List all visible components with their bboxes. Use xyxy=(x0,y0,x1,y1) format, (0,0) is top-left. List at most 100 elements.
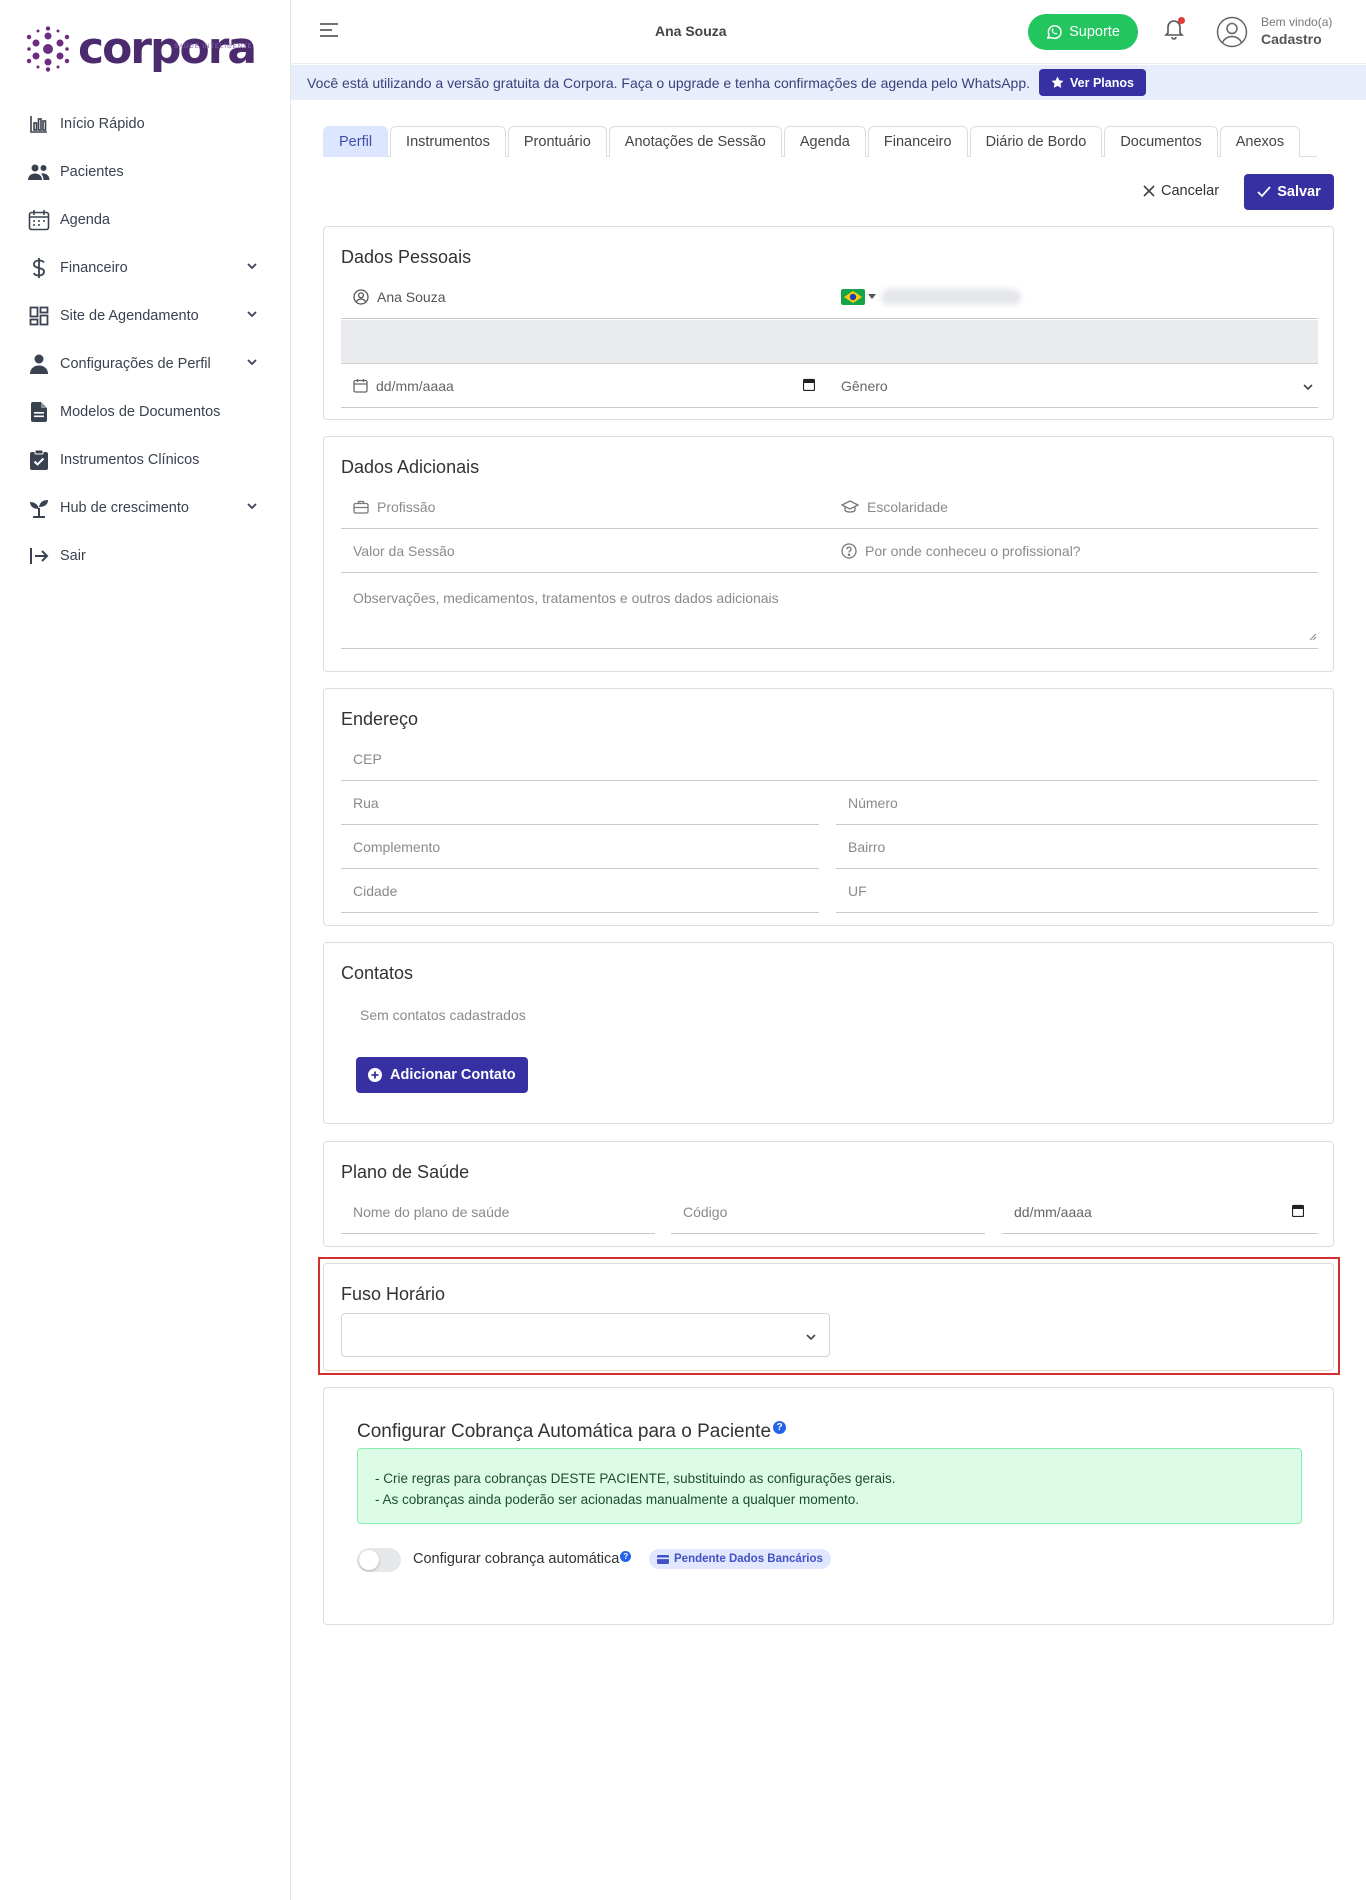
chevron-down-icon[interactable] xyxy=(246,260,258,276)
dashboard-icon xyxy=(28,305,50,327)
chevron-down-icon[interactable] xyxy=(246,356,258,372)
resize-handle-icon[interactable] xyxy=(1309,628,1317,646)
sidebar-item-label: Sair xyxy=(60,548,86,564)
sidebar-item-sair[interactable]: Sair xyxy=(0,532,290,580)
highlight-box xyxy=(318,1257,1340,1375)
sidebar-item-financeiro[interactable]: Financeiro xyxy=(0,244,290,292)
valor-sessao-field[interactable]: Valor da Sessão xyxy=(341,529,829,573)
graduation-cap-icon xyxy=(841,499,859,514)
help-icon[interactable]: ? xyxy=(773,1421,787,1434)
observacoes-textarea[interactable]: Observações, medicamentos, tratamentos e… xyxy=(341,573,1318,649)
sidebar-item-agenda[interactable]: Agenda xyxy=(0,196,290,244)
plano-date-placeholder: dd/mm/aaaa xyxy=(1014,1203,1092,1220)
save-button[interactable]: Salvar xyxy=(1244,174,1334,210)
birthdate-field[interactable]: dd/mm/aaaa xyxy=(341,364,829,408)
blurred-contact-fields[interactable] xyxy=(341,320,1318,364)
status-badge: Pendente Dados Bancários xyxy=(649,1549,831,1569)
save-label: Salvar xyxy=(1277,184,1321,200)
patient-name-header: Ana Souza xyxy=(655,23,727,39)
whatsapp-icon xyxy=(1047,24,1062,40)
menu-toggle-icon[interactable] xyxy=(319,22,339,43)
tab-financeiro[interactable]: Financeiro xyxy=(867,126,968,157)
bairro-placeholder: Bairro xyxy=(848,838,886,855)
tab-perfil[interactable]: Perfil xyxy=(323,126,389,157)
cep-field[interactable]: CEP xyxy=(341,737,1318,781)
section-title: Plano de Saúde xyxy=(341,1162,470,1182)
sidebar-item-modelos-documentos[interactable]: Modelos de Documentos xyxy=(0,388,290,436)
calendar-icon xyxy=(353,378,368,393)
tab-anexos[interactable]: Anexos xyxy=(1219,126,1301,157)
name-field[interactable]: Ana Souza xyxy=(341,275,829,319)
plano-codigo-field[interactable]: Código xyxy=(671,1190,985,1234)
plano-validade-field[interactable]: dd/mm/aaaa xyxy=(1002,1190,1318,1234)
question-circle-icon xyxy=(841,542,857,559)
sidebar-item-label: Início Rápido xyxy=(60,116,145,132)
toggle-label-text: Configurar cobrança automática xyxy=(413,1551,620,1567)
plano-nome-field[interactable]: Nome do plano de saúde xyxy=(341,1190,655,1234)
add-contact-label: Adicionar Contato xyxy=(390,1067,516,1083)
sidebar-item-instrumentos-clinicos[interactable]: Instrumentos Clínicos xyxy=(0,436,290,484)
chevron-down-icon[interactable] xyxy=(246,308,258,324)
calendar-picker-icon[interactable] xyxy=(1291,1204,1305,1220)
sidebar-item-pacientes[interactable]: Pacientes xyxy=(0,148,290,196)
section-title: Configurar Cobrança Automática para o Pa… xyxy=(357,1421,787,1443)
tab-agenda[interactable]: Agenda xyxy=(783,126,866,157)
uf-field[interactable]: UF xyxy=(836,869,1318,913)
help-icon[interactable]: ? xyxy=(620,1551,632,1562)
cidade-placeholder: Cidade xyxy=(353,882,398,899)
card-cobranca-automatica: Configurar Cobrança Automática para o Pa… xyxy=(323,1387,1334,1625)
add-contact-button[interactable]: Adicionar Contato xyxy=(356,1057,528,1093)
complemento-field[interactable]: Complemento xyxy=(341,825,819,869)
cobranca-title-text: Configurar Cobrança Automática para o Pa… xyxy=(357,1421,772,1442)
card-dados-pessoais: Dados Pessoais Ana Souza dd/mm/aaaa Gêne… xyxy=(323,226,1334,420)
origem-field[interactable]: Por onde conheceu o profissional? xyxy=(829,529,1318,573)
support-button[interactable]: Suporte xyxy=(1028,14,1138,50)
rua-field[interactable]: Rua xyxy=(341,781,819,825)
sidebar-item-hub-crescimento[interactable]: Hub de crescimento xyxy=(0,484,290,532)
phone-field[interactable] xyxy=(829,275,1318,319)
tab-instrumentos[interactable]: Instrumentos xyxy=(390,126,506,157)
chevron-down-icon[interactable] xyxy=(246,500,258,516)
section-title: Dados Pessoais xyxy=(341,247,472,267)
numero-placeholder: Número xyxy=(848,794,898,811)
calendar-picker-icon[interactable] xyxy=(802,378,816,394)
welcome-block[interactable]: Bem vindo(a) Cadastro xyxy=(1261,14,1332,48)
chevron-down-icon xyxy=(1302,380,1314,396)
alert-line: - Crie regras para cobranças DESTE PACIE… xyxy=(375,1471,896,1486)
tab-anotacoes-sessao[interactable]: Anotações de Sessão xyxy=(608,126,782,157)
user-circle-icon xyxy=(353,288,369,305)
cancel-button[interactable]: Cancelar xyxy=(1143,183,1219,199)
sidebar-item-label: Hub de crescimento xyxy=(60,500,189,516)
sidebar-item-label: Site de Agendamento xyxy=(60,308,199,324)
tab-diario-bordo[interactable]: Diário de Bordo xyxy=(969,126,1103,157)
numero-field[interactable]: Número xyxy=(836,781,1318,825)
tab-prontuario[interactable]: Prontuário xyxy=(507,126,607,157)
bar-chart-icon xyxy=(28,113,50,135)
section-title: Endereço xyxy=(341,709,419,729)
bell-icon[interactable] xyxy=(1164,17,1185,45)
ver-planos-button[interactable]: Ver Planos xyxy=(1039,69,1146,96)
ver-planos-label: Ver Planos xyxy=(1070,75,1134,90)
brazil-flag-icon[interactable] xyxy=(841,288,876,305)
auto-charge-toggle[interactable] xyxy=(357,1548,401,1572)
sidebar-item-label: Modelos de Documentos xyxy=(60,404,221,420)
plano-codigo-placeholder: Código xyxy=(683,1203,728,1220)
user-icon xyxy=(28,353,50,375)
valor-sessao-placeholder: Valor da Sessão xyxy=(353,542,455,559)
sidebar-item-label: Agenda xyxy=(60,212,110,228)
escolaridade-field[interactable]: Escolaridade xyxy=(829,485,1318,529)
profissao-field[interactable]: Profissão xyxy=(341,485,829,529)
welcome-text: Bem vindo(a) xyxy=(1261,15,1333,29)
brand-tagline: SAÚDE INTELIGENTE xyxy=(174,44,253,50)
sidebar-item-inicio-rapido[interactable]: Início Rápido xyxy=(0,100,290,148)
sidebar-item-config-perfil[interactable]: Configurações de Perfil xyxy=(0,340,290,388)
tab-documentos[interactable]: Documentos xyxy=(1104,126,1218,157)
gender-select[interactable]: Gênero xyxy=(829,364,1318,408)
sidebar: corpora SAÚDE INTELIGENTE Início Rápido … xyxy=(0,0,291,1900)
check-icon xyxy=(1257,186,1271,198)
bairro-field[interactable]: Bairro xyxy=(836,825,1318,869)
sidebar-item-site-agendamento[interactable]: Site de Agendamento xyxy=(0,292,290,340)
avatar-icon[interactable] xyxy=(1216,16,1248,53)
cidade-field[interactable]: Cidade xyxy=(341,869,819,913)
briefcase-icon xyxy=(353,500,369,514)
